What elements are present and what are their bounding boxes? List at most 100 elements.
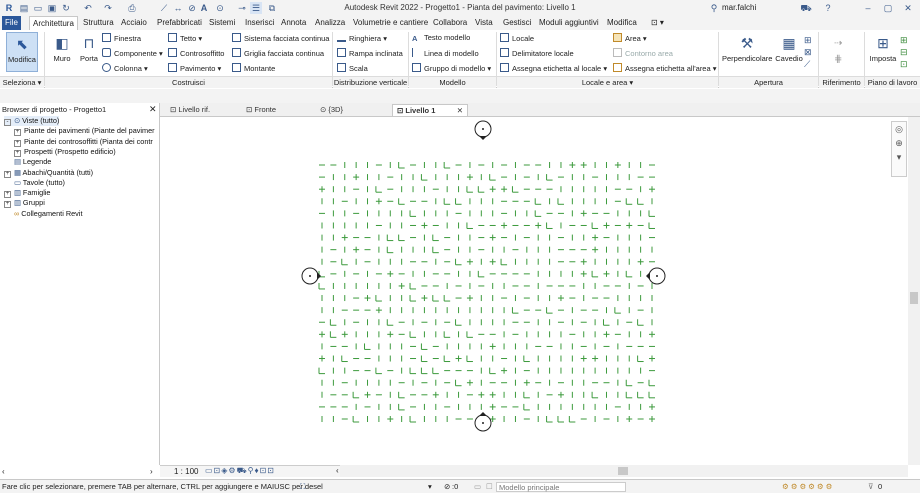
minimize-icon[interactable]: – bbox=[862, 2, 874, 14]
gruppo-modello-button[interactable]: Gruppo di modello ▾ bbox=[412, 63, 491, 74]
collapse-icon[interactable]: - bbox=[4, 119, 11, 126]
tab-inserisci[interactable]: Inserisci bbox=[242, 16, 277, 30]
tree-item[interactable]: ∞ Collegamenti Revit bbox=[4, 209, 82, 219]
tree-item[interactable]: ▭ Tavole (tutto) bbox=[4, 178, 65, 188]
ringhiera-button[interactable]: Ringhiera ▾ bbox=[337, 33, 387, 44]
expand-icon[interactable] bbox=[4, 157, 11, 164]
vertical-scrollbar[interactable] bbox=[908, 117, 920, 465]
tree-item[interactable]: + ▥ Gruppi bbox=[4, 198, 45, 209]
locale-button[interactable]: Locale bbox=[500, 33, 534, 44]
pavimento-button[interactable]: Pavimento ▾ bbox=[168, 63, 221, 74]
tab-acciaio[interactable]: Acciaio bbox=[118, 16, 150, 30]
help-icon[interactable]: ? bbox=[822, 2, 834, 14]
vertical-scroll-thumb[interactable] bbox=[910, 292, 918, 304]
browser-scroll-left-icon[interactable]: ‹ bbox=[2, 467, 5, 476]
tree-item[interactable]: + Piante dei controsoffitti (Pianta dei c… bbox=[14, 137, 153, 147]
design-options-icon[interactable]: ▭ bbox=[474, 480, 481, 494]
drawing-canvas[interactable] bbox=[162, 117, 907, 465]
search-icon[interactable]: ⚲ bbox=[708, 2, 720, 14]
delimitatore-button[interactable]: Delimitatore locale bbox=[500, 48, 574, 59]
etichetta-locale-button[interactable]: Assegna etichetta al locale ▾ bbox=[500, 63, 607, 74]
tab-struttura[interactable]: Struttura bbox=[80, 16, 117, 30]
griglia-facciata-button[interactable]: Griglia facciata continua bbox=[232, 48, 324, 59]
view-tab-3d[interactable]: ⊙ {3D} bbox=[316, 104, 388, 116]
imposta-button[interactable]: ⊞ Imposta bbox=[866, 32, 900, 72]
expand-icon[interactable]: + bbox=[14, 139, 21, 147]
etichetta-area-button[interactable]: Assegna etichetta all'area ▾ bbox=[613, 63, 717, 74]
scroll-left-icon[interactable]: ‹ bbox=[336, 466, 339, 475]
tab-options-icon[interactable]: ⊡ ▾ bbox=[648, 16, 667, 30]
editable-icon[interactable]: ⊘ bbox=[444, 480, 450, 494]
colonna-button[interactable]: Colonna ▾ bbox=[102, 63, 148, 74]
tab-modifica[interactable]: Modifica bbox=[604, 16, 640, 30]
componente-button[interactable]: Componente ▾ bbox=[102, 48, 163, 59]
filter-icon[interactable]: ⊽ bbox=[868, 480, 874, 494]
controsoffitto-button[interactable]: Controsoffitto bbox=[168, 48, 224, 59]
tree-item[interactable]: ▤ Legende bbox=[4, 157, 51, 167]
expand-icon[interactable]: + bbox=[4, 201, 11, 209]
expand-icon[interactable]: + bbox=[4, 170, 11, 178]
close-browser-icon[interactable]: ✕ bbox=[149, 103, 157, 116]
porta-button[interactable]: ⊓ Porta bbox=[78, 32, 100, 72]
worksets-icon[interactable]: ⛶ bbox=[300, 480, 305, 494]
expand-icon[interactable]: + bbox=[14, 149, 21, 157]
dropdown-icon[interactable]: ▾ bbox=[428, 480, 432, 494]
close-view-icon[interactable]: ✕ bbox=[457, 105, 463, 117]
workplane-tools-icon[interactable]: ⊞ ⊟ ⊡ bbox=[900, 34, 908, 70]
muro-button[interactable]: ◧ Muro bbox=[50, 32, 74, 72]
zoom-icon[interactable]: ⊕ bbox=[892, 136, 906, 150]
design-option-select[interactable]: Modello principale bbox=[496, 482, 626, 492]
cart-icon[interactable]: ⛟ bbox=[800, 2, 812, 14]
design-option-checkbox-icon[interactable]: ☐ bbox=[486, 480, 493, 494]
tab-gestisci[interactable]: Gestisci bbox=[500, 16, 534, 30]
view-tab-livello-rif[interactable]: ⊡ Livello rif. bbox=[166, 104, 238, 116]
user-name[interactable]: mar.falchi bbox=[722, 3, 756, 12]
view-tab-fronte[interactable]: ⊡ Fronte bbox=[242, 104, 314, 116]
navigation-bar[interactable]: ◎ ⊕ ▾ bbox=[891, 121, 907, 177]
scala-button[interactable]: Scala bbox=[337, 63, 368, 74]
tab-prefabbricati[interactable]: Prefabbricati bbox=[154, 16, 205, 30]
group-locale-area[interactable]: Locale e area ▾ bbox=[497, 76, 718, 88]
tree-item[interactable]: + Piante dei pavimenti (Piante del pavime… bbox=[14, 126, 155, 137]
tab-sistemi[interactable]: Sistemi bbox=[206, 16, 238, 30]
tab-file[interactable]: File bbox=[2, 16, 21, 30]
cavedio-button[interactable]: ▦ Cavedio bbox=[774, 32, 804, 72]
group-seleziona[interactable]: Seleziona ▾ bbox=[0, 76, 44, 88]
rampa-button[interactable]: Rampa inclinata bbox=[337, 48, 403, 59]
tab-analizza[interactable]: Analizza bbox=[312, 16, 348, 30]
linea-modello-button[interactable]: Linea di modello bbox=[412, 48, 479, 59]
scale-label[interactable]: 1 : 100 bbox=[174, 467, 198, 476]
browser-scroll-right-icon[interactable]: › bbox=[150, 467, 153, 476]
tetto-button[interactable]: Tetto ▾ bbox=[168, 33, 202, 44]
nav-wheel-icon[interactable]: ◎ bbox=[892, 122, 906, 136]
tab-architettura[interactable]: Architettura bbox=[29, 16, 78, 30]
expand-icon[interactable]: + bbox=[14, 129, 21, 137]
zoom-dropdown-icon[interactable]: ▾ bbox=[892, 150, 906, 164]
modifica-button[interactable]: ⬉ Modifica bbox=[6, 32, 38, 72]
maximize-icon[interactable]: ▢ bbox=[882, 2, 894, 14]
opening-tools-icon[interactable]: ⊞ ⊠ ⟋ bbox=[804, 34, 812, 70]
horizontal-scroll-thumb[interactable] bbox=[618, 467, 628, 475]
expand-icon[interactable] bbox=[4, 209, 11, 216]
view-control-icons[interactable]: ▭⊡◈⚙⛟⚲♦⊡⊡ bbox=[205, 466, 275, 476]
horizontal-scrollbar[interactable] bbox=[340, 465, 908, 477]
tree-item[interactable]: + ▦ Abachi/Quantità (tutti) bbox=[4, 168, 93, 178]
reference-icons[interactable]: ⇢ ⋕ bbox=[834, 36, 842, 68]
close-icon[interactable]: ✕ bbox=[902, 2, 914, 14]
tree-item[interactable]: - ⊙ Viste (tutto) bbox=[4, 116, 60, 126]
finestra-button[interactable]: Finestra bbox=[102, 33, 141, 44]
expand-icon[interactable]: + bbox=[4, 191, 11, 199]
selection-filter-icons[interactable]: ⚙⚙⚙⚙⚙⚙ bbox=[782, 480, 834, 494]
testo-modello-button[interactable]: A Testo modello bbox=[412, 33, 470, 43]
tab-moduli[interactable]: Moduli aggiuntivi bbox=[536, 16, 602, 30]
tree-item[interactable]: + ▥ Famiglie bbox=[4, 188, 51, 199]
tree-item[interactable]: + Prospetti (Prospetto edificio) bbox=[14, 147, 116, 157]
area-button[interactable]: Area ▾ bbox=[613, 33, 647, 44]
tab-collabora[interactable]: Collabora bbox=[430, 16, 470, 30]
tab-annota[interactable]: Annota bbox=[278, 16, 309, 30]
tab-vista[interactable]: Vista bbox=[472, 16, 496, 30]
expand-icon[interactable] bbox=[4, 178, 11, 185]
sistema-facciata-button[interactable]: Sistema facciata continua bbox=[232, 33, 329, 44]
tab-volumetrie[interactable]: Volumetrie e cantiere bbox=[350, 16, 431, 30]
perpendicolare-button[interactable]: ⚒ Perpendicolare bbox=[722, 32, 772, 72]
